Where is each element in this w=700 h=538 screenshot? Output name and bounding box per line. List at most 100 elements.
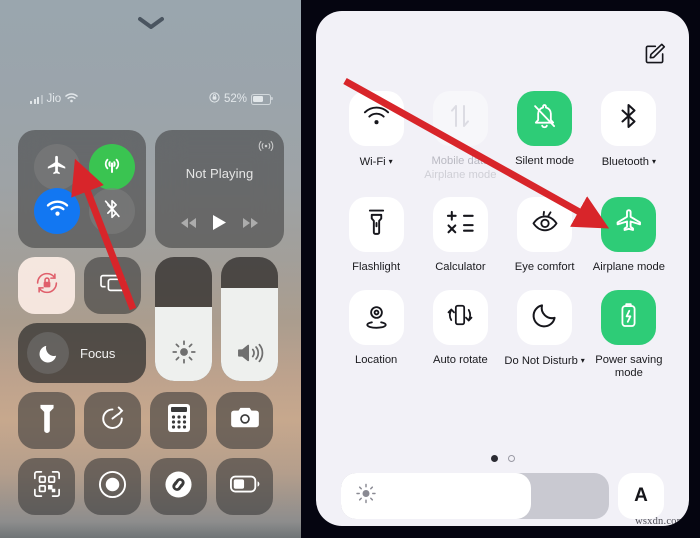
tile-label: Wi-Fi ▾ xyxy=(359,155,393,168)
android-tile-mobile-data[interactable]: Mobile data Airplane mode xyxy=(418,91,502,181)
tile-label: Flashlight xyxy=(352,261,401,273)
ios-control-center: Jio 52% Not Playing Focus xyxy=(0,0,301,538)
fast-forward-icon[interactable] xyxy=(242,216,259,234)
brightness-sun-icon xyxy=(355,483,377,510)
ios-wifi-button[interactable] xyxy=(34,188,80,234)
eye-comfort-icon xyxy=(531,210,559,239)
chevron-down-icon[interactable]: ▾ xyxy=(652,155,656,168)
android-tile-do-not-disturb[interactable]: Do Not Disturb ▾ xyxy=(503,290,587,380)
ios-shazam-button[interactable] xyxy=(150,458,207,515)
tile-label: Silent mode xyxy=(515,155,575,167)
screen-mirroring-icon xyxy=(98,271,128,300)
ios-brightness-slider[interactable] xyxy=(155,257,212,381)
android-brightness-slider[interactable] xyxy=(341,473,609,519)
tile-icon-wrapper xyxy=(517,91,573,146)
ios-screen-record-button[interactable] xyxy=(84,458,141,515)
play-icon[interactable] xyxy=(212,214,227,236)
carrier-label: Jio xyxy=(46,93,62,105)
bluetooth-slash-icon xyxy=(102,198,122,225)
tile-icon-wrapper xyxy=(348,91,404,146)
android-tile-calculator[interactable]: Calculator xyxy=(418,197,502,274)
tile-icon-wrapper xyxy=(348,197,404,252)
ios-media-module[interactable]: Not Playing xyxy=(155,130,284,248)
tile-icon-wrapper xyxy=(432,197,488,252)
tile-icon-wrapper xyxy=(601,197,657,252)
speaker-icon xyxy=(221,341,278,365)
android-auto-brightness-button[interactable]: A xyxy=(618,473,664,519)
android-tile-flashlight[interactable]: Flashlight xyxy=(334,197,418,274)
rewind-icon[interactable] xyxy=(180,216,197,234)
android-quick-settings: Wi-Fi ▾ Mobile data Airplane mode Silent… xyxy=(301,0,700,538)
location-pin-icon xyxy=(364,301,389,334)
page-dot-active[interactable] xyxy=(490,455,498,462)
android-tile-eye-comfort[interactable]: Eye comfort xyxy=(503,197,587,274)
tile-icon-wrapper xyxy=(432,91,488,146)
focus-label: Focus xyxy=(80,345,116,361)
qr-code-icon xyxy=(33,470,61,503)
moon-icon xyxy=(27,332,69,374)
ios-screen-mirroring-button[interactable] xyxy=(84,257,141,314)
android-tile-silent-mode[interactable]: Silent mode xyxy=(503,91,587,181)
ios-bluetooth-button[interactable] xyxy=(89,188,135,234)
ios-cellular-data-button[interactable] xyxy=(89,144,135,190)
ios-volume-slider[interactable] xyxy=(221,257,278,381)
tile-label: Mobile data xyxy=(431,155,490,167)
ios-low-power-button[interactable] xyxy=(216,458,273,515)
battery-icon xyxy=(251,93,273,105)
ios-connectivity-module xyxy=(18,130,146,248)
bluetooth-icon xyxy=(618,102,639,135)
tile-icon-wrapper xyxy=(432,290,488,345)
wifi-icon xyxy=(363,106,390,132)
flashlight-icon xyxy=(36,403,58,438)
auto-brightness-label: A xyxy=(634,485,648,506)
page-indicator xyxy=(316,455,689,462)
ios-camera-button[interactable] xyxy=(216,392,273,449)
tile-label: Calculator xyxy=(435,261,486,273)
ios-rotation-lock-button[interactable] xyxy=(18,257,75,314)
android-tile-auto-rotate[interactable]: Auto rotate xyxy=(418,290,502,380)
android-tile-location[interactable]: Location xyxy=(334,290,418,380)
rotation-lock-icon xyxy=(32,268,62,303)
airplay-icon[interactable] xyxy=(258,138,274,159)
tile-label: Airplane mode xyxy=(592,261,665,273)
brightness-sun-icon xyxy=(155,339,212,365)
android-tile-power-saving-mode[interactable]: Power saving mode xyxy=(587,290,671,380)
ios-timer-button[interactable] xyxy=(84,392,141,449)
page-dot[interactable] xyxy=(507,455,515,462)
low-battery-icon xyxy=(229,475,260,498)
tile-sublabel: Airplane mode xyxy=(424,169,497,181)
tile-label: Power saving mode xyxy=(595,354,663,379)
tile-label: Bluetooth ▾ xyxy=(601,155,657,168)
ios-code-scanner-button[interactable] xyxy=(18,458,75,515)
edit-pencil-square-icon[interactable] xyxy=(645,43,666,69)
shazam-icon xyxy=(164,470,193,504)
chevron-down-icon[interactable]: ▾ xyxy=(389,155,393,168)
calculator-icon xyxy=(446,209,475,240)
status-left: Jio xyxy=(30,92,78,106)
wifi-icon xyxy=(65,92,78,106)
media-title: Not Playing xyxy=(185,166,254,181)
android-tile-wifi[interactable]: Wi-Fi ▾ xyxy=(334,91,418,181)
android-panel: Wi-Fi ▾ Mobile data Airplane mode Silent… xyxy=(316,11,689,526)
ios-flashlight-button[interactable] xyxy=(18,392,75,449)
rotation-lock-status-icon xyxy=(209,92,220,106)
tile-icon-wrapper xyxy=(517,290,573,345)
cellular-antenna-icon xyxy=(100,153,124,182)
android-tile-airplane-mode[interactable]: Airplane mode xyxy=(587,197,671,274)
data-transfer-icon xyxy=(448,103,472,134)
android-tile-bluetooth[interactable]: Bluetooth ▾ xyxy=(587,91,671,181)
ios-airplane-mode-button[interactable] xyxy=(34,144,80,190)
battery-saver-icon xyxy=(619,301,638,334)
chevron-down-icon[interactable]: ▾ xyxy=(581,354,585,367)
moon-icon xyxy=(532,302,558,333)
ios-focus-button[interactable]: Focus xyxy=(18,323,146,383)
tile-label: Do Not Disturb ▾ xyxy=(504,354,585,367)
camera-icon xyxy=(230,406,260,435)
screenshot-root: Jio 52% Not Playing Focus Wi-Fi ▾ Mobile… xyxy=(0,0,700,538)
chevron-down-icon[interactable] xyxy=(138,16,164,30)
tile-label: Auto rotate xyxy=(433,354,488,366)
tile-icon-wrapper xyxy=(348,290,404,345)
timer-icon xyxy=(98,404,127,438)
ios-calculator-button[interactable] xyxy=(150,392,207,449)
ios-status-bar: Jio 52% xyxy=(0,90,301,108)
